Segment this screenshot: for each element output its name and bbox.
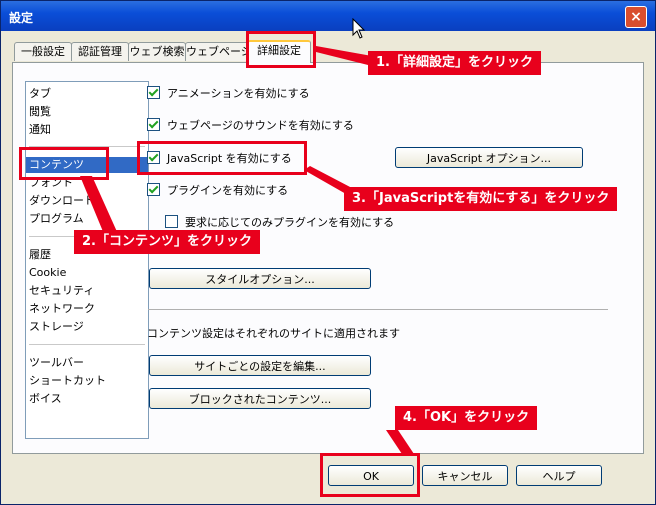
callout-step3: 3.「JavaScriptを有効にする」をクリック — [344, 187, 618, 211]
callout-step1: 1.「詳細設定」をクリック — [368, 51, 541, 75]
arrow-step4 — [386, 430, 414, 454]
callout-step4: 4.「OK」をクリック — [395, 406, 538, 430]
highlight-javascript-checkbox — [137, 141, 307, 175]
callout-step2: 2.「コンテンツ」をクリック — [74, 230, 260, 254]
highlight-content-category — [19, 147, 109, 180]
highlight-advanced-tab — [246, 31, 316, 68]
arrow-step1 — [316, 46, 372, 66]
arrow-step2 — [80, 176, 118, 234]
highlight-ok-button — [320, 453, 420, 497]
